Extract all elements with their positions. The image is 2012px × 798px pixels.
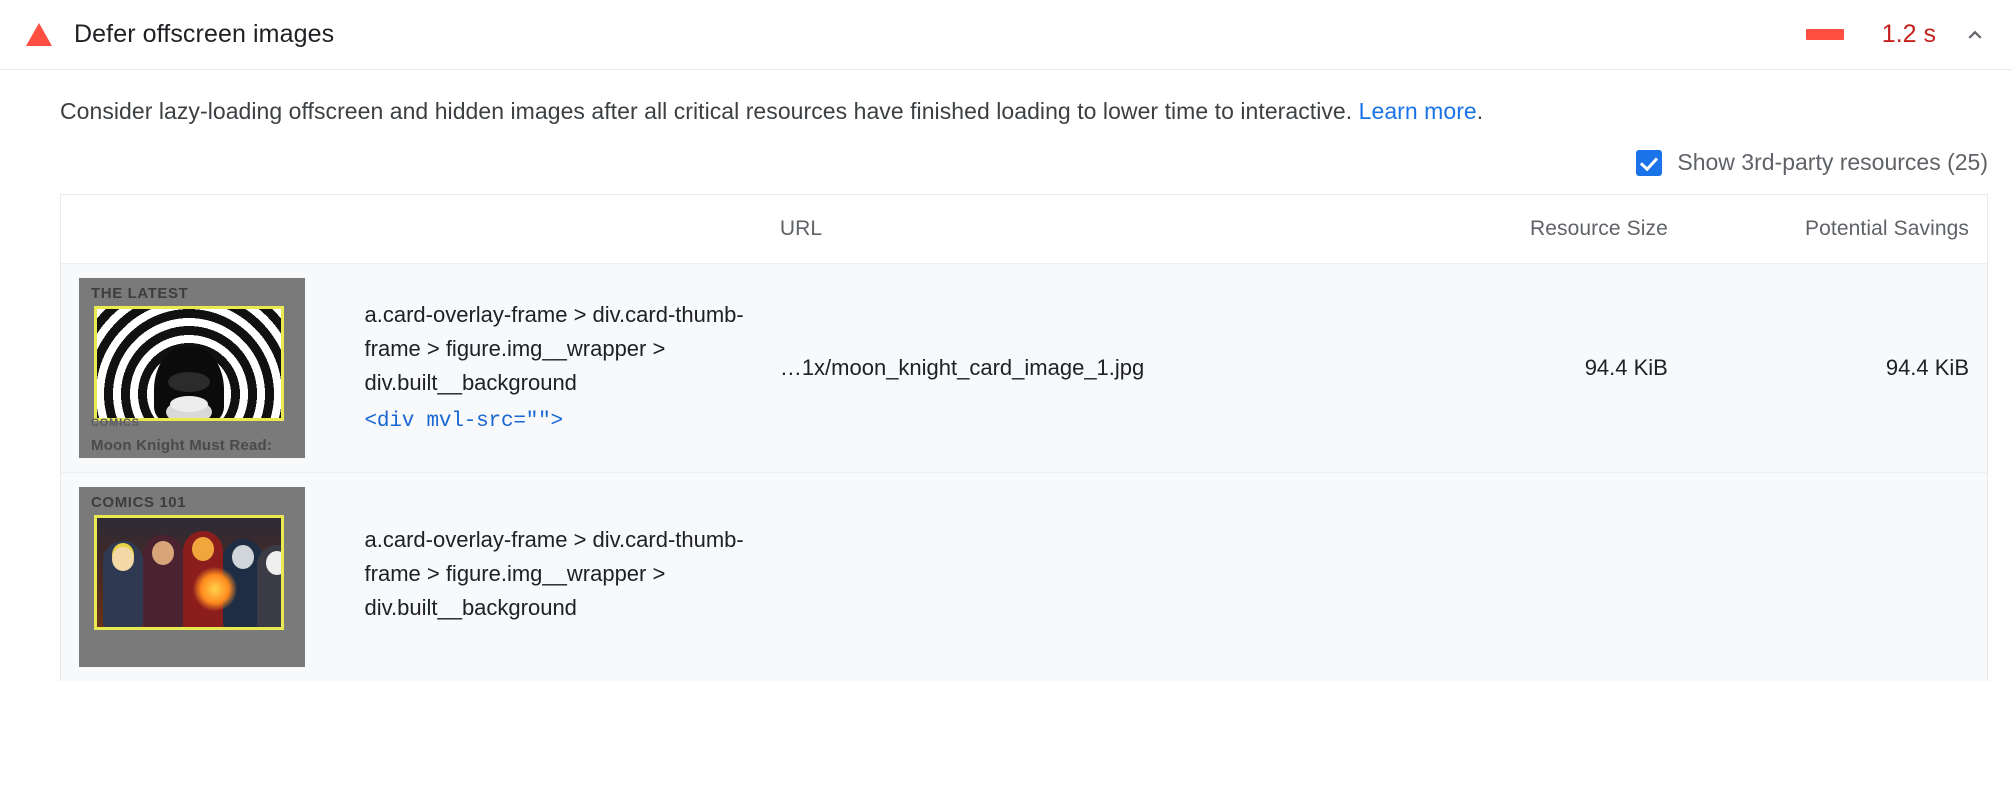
row-potential-savings (1685, 472, 1987, 682)
row-node-cell: a.card-overlay-frame > div.card-thumb-fr… (346, 472, 762, 682)
audit-header[interactable]: Defer offscreen images 1.2 s (0, 0, 2012, 70)
warning-triangle-icon (26, 23, 52, 46)
node-snippet: <div mvl-src=""> (364, 409, 564, 433)
audit-description-text: Consider lazy-loading offscreen and hidd… (60, 98, 1359, 124)
row-thumbnail-cell: COMICS 101 (61, 472, 347, 682)
row-url[interactable] (761, 472, 1364, 682)
thumbnail-artwork (94, 515, 284, 631)
audit-metric-value: 1.2 s (1881, 20, 1936, 48)
third-party-filter-row[interactable]: Show 3rd-party resources (25) (0, 127, 2012, 176)
figure-5 (257, 545, 281, 628)
thumbnail-artwork (94, 306, 284, 422)
header-resource-size[interactable]: Resource Size (1364, 195, 1686, 264)
table-row[interactable]: THE LATEST COMICS Moon Knight Must Read:… (61, 263, 1987, 473)
learn-more-link[interactable]: Learn more (1359, 98, 1477, 124)
thumbnail-image: COMICS 101 (79, 487, 305, 668)
audit-description: Consider lazy-loading offscreen and hidd… (0, 70, 2012, 127)
row-resource-size (1364, 472, 1686, 682)
show-third-party-label: Show 3rd-party resources (25) (1677, 149, 1988, 176)
flame-decoration (193, 567, 237, 612)
table-row[interactable]: COMICS 101 a.card-overlay-frame > div.ca… (61, 472, 1987, 682)
thumbnail-caption: Moon Knight Must Read: (91, 437, 273, 455)
thumbnail-kicker: THE LATEST (91, 285, 189, 303)
figure-2 (143, 535, 183, 628)
header-thumbnail (61, 195, 347, 264)
results-table: URL Resource Size Potential Savings THE … (61, 195, 1987, 682)
node-selector: a.card-overlay-frame > div.card-thumb-fr… (364, 526, 744, 621)
row-potential-savings: 94.4 KiB (1685, 263, 1987, 473)
node-selector: a.card-overlay-frame > div.card-thumb-fr… (364, 301, 744, 395)
audit-description-period: . (1476, 98, 1484, 124)
row-resource-size: 94.4 KiB (1364, 263, 1686, 473)
audit-header-right: 1.2 s (1806, 20, 1988, 49)
table-header-row: URL Resource Size Potential Savings (61, 195, 1987, 264)
chevron-up-icon[interactable] (1962, 22, 1988, 48)
sparkbar-indicator (1806, 29, 1844, 40)
audit-panel: Defer offscreen images 1.2 s Consider la… (0, 0, 2012, 798)
header-node (347, 195, 762, 264)
show-third-party-checkbox[interactable] (1636, 149, 1663, 176)
audit-title: Defer offscreen images (74, 20, 335, 48)
results-table-container: URL Resource Size Potential Savings THE … (60, 194, 1988, 682)
figure-1 (103, 541, 143, 628)
header-url[interactable]: URL (762, 195, 1364, 264)
results-table-head: URL Resource Size Potential Savings (61, 195, 1987, 264)
thumbnail-kicker: COMICS 101 (91, 494, 187, 512)
thumbnail-image: THE LATEST COMICS Moon Knight Must Read: (79, 278, 305, 459)
thumbnail-category: COMICS (91, 417, 140, 430)
results-table-body: THE LATEST COMICS Moon Knight Must Read:… (61, 263, 1987, 682)
row-url[interactable]: …1x/moon_knight_card_image_1.jpg (761, 263, 1364, 473)
row-node-cell: a.card-overlay-frame > div.card-thumb-fr… (346, 263, 762, 473)
header-potential-savings[interactable]: Potential Savings (1686, 195, 1987, 264)
row-thumbnail-cell: THE LATEST COMICS Moon Knight Must Read: (61, 263, 347, 473)
